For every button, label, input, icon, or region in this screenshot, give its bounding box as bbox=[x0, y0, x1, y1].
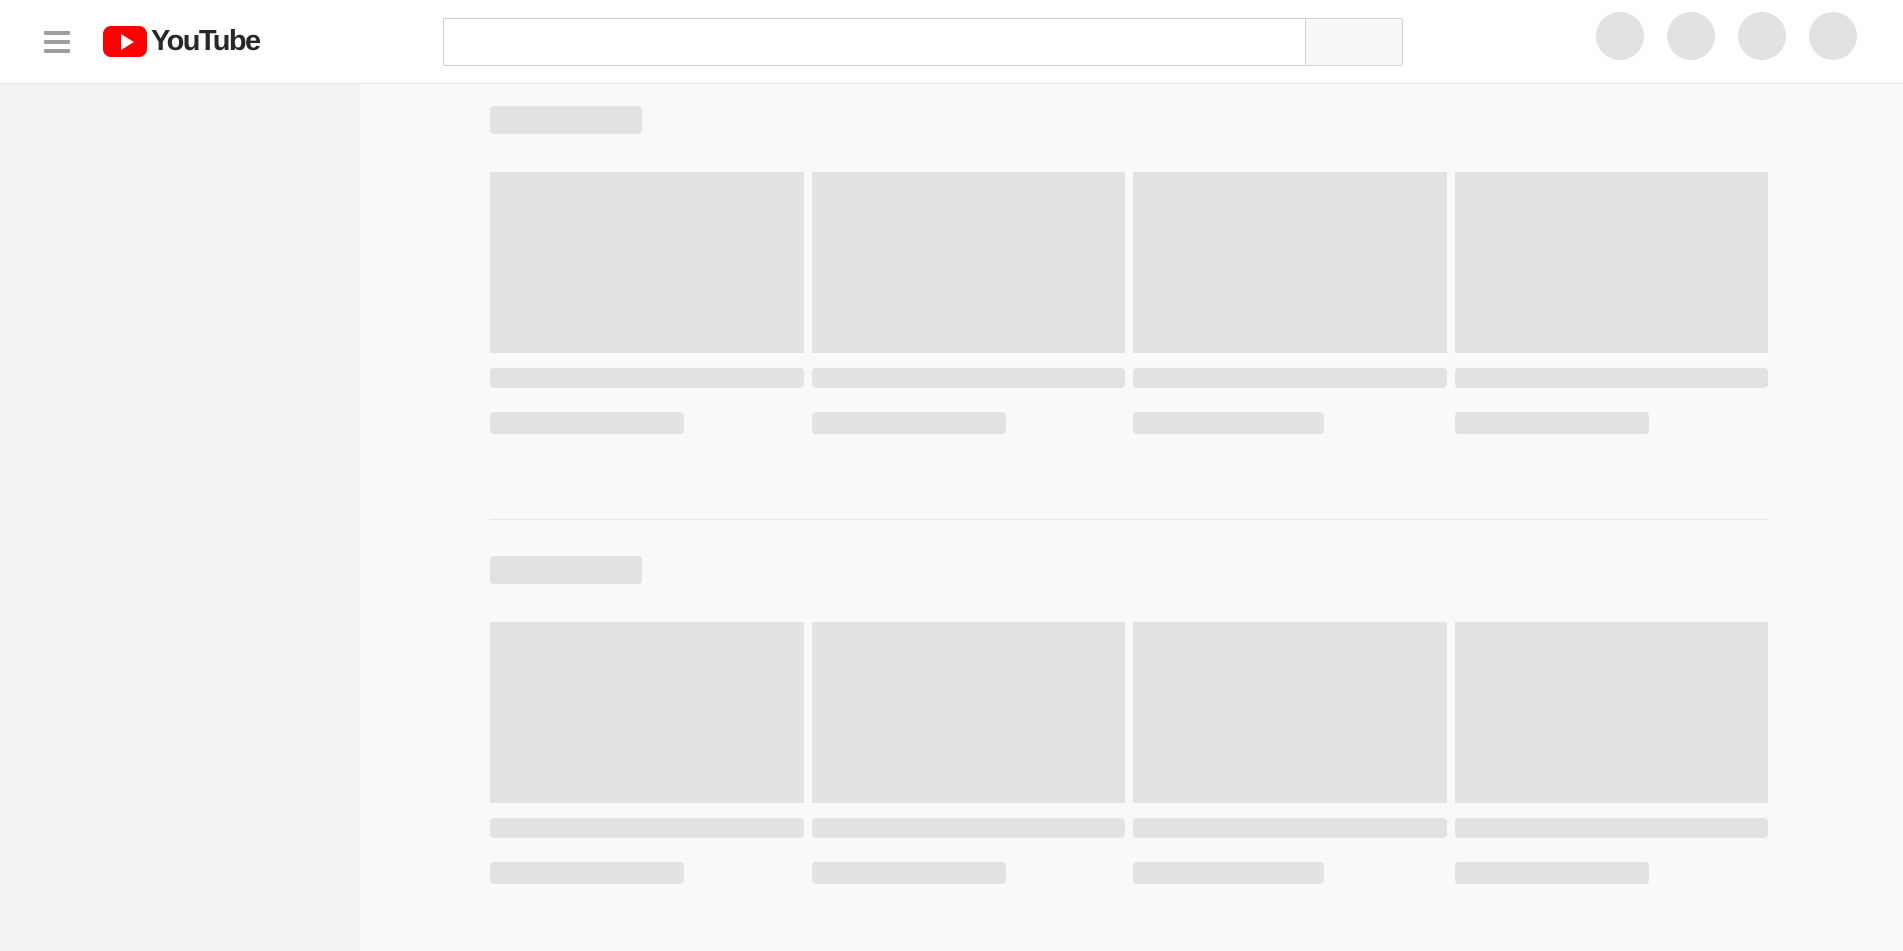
masthead-end-buttons bbox=[1596, 12, 1857, 60]
video-title-skeleton bbox=[490, 818, 804, 838]
video-title-skeleton bbox=[1133, 818, 1447, 838]
hamburger-menu-icon bbox=[44, 30, 70, 35]
video-meta-skeleton bbox=[811, 412, 1006, 434]
hamburger-menu-icon-bar3 bbox=[44, 48, 70, 53]
shelf-one bbox=[360, 106, 1903, 434]
video-card[interactable] bbox=[490, 622, 804, 884]
shelf-title-skeleton bbox=[490, 106, 642, 134]
notifications-button-skeleton[interactable] bbox=[1738, 12, 1786, 60]
page-content bbox=[360, 84, 1903, 951]
thumbnail-skeleton bbox=[1133, 622, 1447, 803]
guide-toggle-button[interactable] bbox=[33, 18, 81, 66]
video-title-skeleton bbox=[1454, 368, 1768, 388]
thumbnail-skeleton bbox=[490, 622, 804, 803]
video-title-skeleton bbox=[811, 368, 1125, 388]
video-card[interactable] bbox=[1454, 622, 1768, 884]
video-meta-skeleton bbox=[811, 862, 1006, 884]
video-card[interactable] bbox=[1133, 172, 1447, 434]
apps-button-skeleton[interactable] bbox=[1667, 12, 1715, 60]
thumbnail-skeleton bbox=[490, 172, 804, 353]
youtube-play-icon bbox=[103, 26, 147, 57]
video-meta-skeleton bbox=[490, 862, 685, 884]
masthead-start: YouTube bbox=[0, 18, 261, 66]
hamburger-menu-icon-bar2 bbox=[44, 39, 70, 44]
create-button-skeleton[interactable] bbox=[1596, 12, 1644, 60]
search-button[interactable] bbox=[1305, 18, 1403, 66]
search-container bbox=[443, 18, 1403, 66]
sidebar-guide bbox=[0, 84, 360, 951]
search-input[interactable] bbox=[443, 18, 1305, 66]
video-meta-skeleton bbox=[490, 412, 685, 434]
youtube-wordmark: YouTube bbox=[151, 25, 261, 57]
video-card[interactable] bbox=[811, 622, 1125, 884]
video-card[interactable] bbox=[490, 172, 804, 434]
video-title-skeleton bbox=[1133, 368, 1447, 388]
thumbnail-skeleton bbox=[1454, 172, 1768, 353]
video-card[interactable] bbox=[1454, 172, 1768, 434]
shelf-video-grid bbox=[490, 622, 1768, 884]
search-icon bbox=[1345, 33, 1363, 51]
video-meta-skeleton bbox=[1133, 412, 1325, 434]
video-card[interactable] bbox=[811, 172, 1125, 434]
thumbnail-skeleton bbox=[811, 172, 1125, 353]
video-title-skeleton bbox=[1454, 818, 1768, 838]
masthead-header: YouTube bbox=[0, 0, 1903, 84]
video-card[interactable] bbox=[1133, 622, 1447, 884]
thumbnail-skeleton bbox=[811, 622, 1125, 803]
avatar-button-skeleton[interactable] bbox=[1809, 12, 1857, 60]
shelf-video-grid bbox=[490, 172, 1768, 434]
video-title-skeleton bbox=[490, 368, 804, 388]
shelf-divider bbox=[490, 519, 1768, 520]
video-title-skeleton bbox=[811, 818, 1125, 838]
thumbnail-skeleton bbox=[1133, 172, 1447, 353]
video-meta-skeleton bbox=[1454, 862, 1649, 884]
video-meta-skeleton bbox=[1454, 412, 1649, 434]
youtube-app: YouTube bbox=[0, 0, 1903, 951]
shelf-title-skeleton bbox=[490, 556, 642, 584]
thumbnail-skeleton bbox=[1454, 622, 1768, 803]
youtube-logo-link[interactable]: YouTube bbox=[103, 25, 261, 57]
video-meta-skeleton bbox=[1133, 862, 1325, 884]
play-triangle-icon bbox=[120, 33, 134, 50]
shelf-two bbox=[360, 556, 1903, 884]
